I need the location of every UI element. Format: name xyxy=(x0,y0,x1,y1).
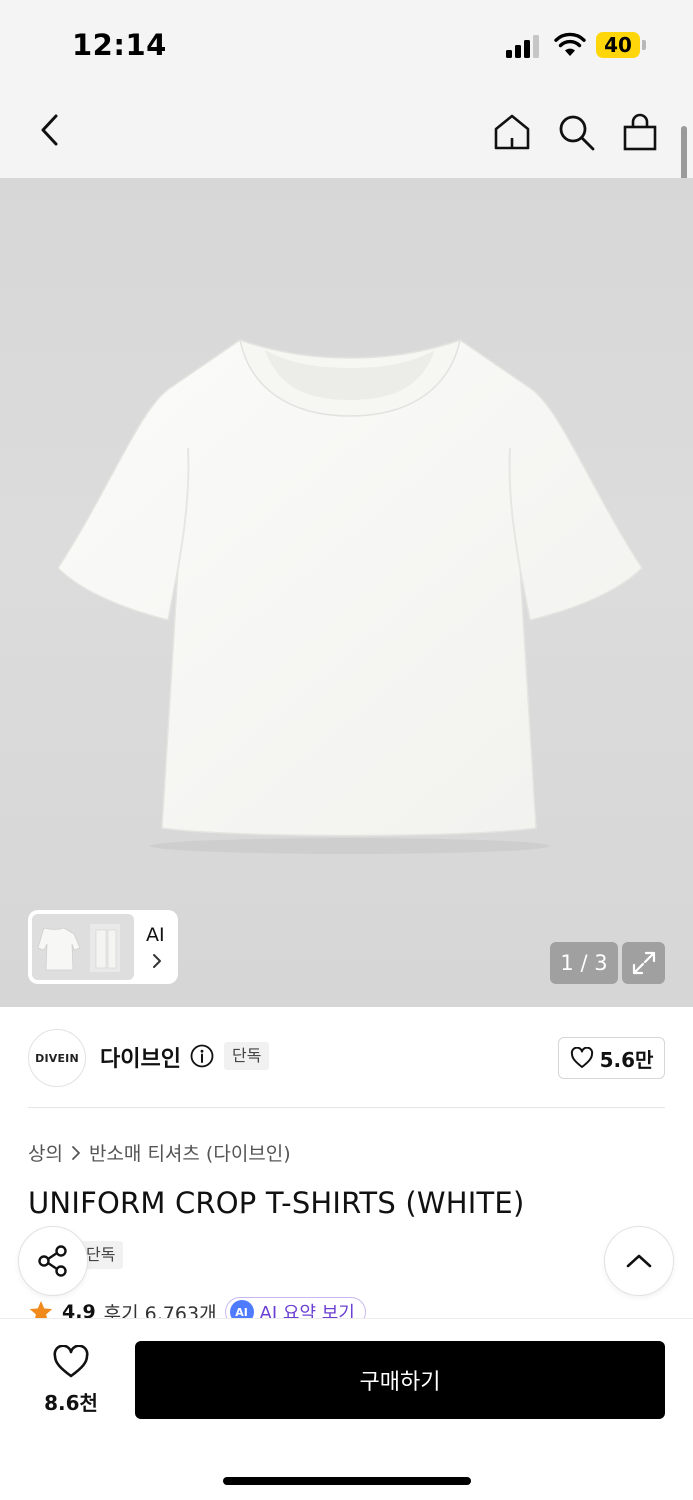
wishlist-count: 8.6천 xyxy=(44,1391,98,1415)
brand-name[interactable]: 다이브인 xyxy=(100,1041,181,1073)
share-icon xyxy=(38,1245,67,1277)
breadcrumb-subcategory[interactable]: 반소매 티셔츠 (다이브인) xyxy=(89,1139,291,1166)
battery-level: 40 xyxy=(604,33,632,57)
breadcrumb: 상의 반소매 티셔츠 (다이브인) xyxy=(28,1139,291,1166)
scroll-to-top-button[interactable] xyxy=(604,1226,674,1296)
brand-like-count: 5.6만 xyxy=(599,1047,654,1072)
chevron-right-icon xyxy=(72,1145,80,1160)
status-bar: 12:14 40 xyxy=(0,0,693,84)
nav-bar xyxy=(0,84,693,178)
chevron-right-icon xyxy=(153,954,161,968)
brand-logo[interactable]: DIVEIN xyxy=(28,1029,86,1087)
home-indicator xyxy=(223,1477,471,1485)
product-image xyxy=(57,338,643,854)
battery-icon: 40 xyxy=(596,32,648,58)
product-image-gallery[interactable]: AI 1 / 3 xyxy=(0,178,693,1007)
heart-icon xyxy=(570,1047,593,1068)
shopping-bag-icon[interactable] xyxy=(616,108,664,156)
thumbnail-image xyxy=(32,914,134,980)
buy-button[interactable]: 구매하기 xyxy=(135,1341,665,1419)
brand-row: DIVEIN 다이브인 단독 5.6만 xyxy=(0,1007,693,1107)
cellular-signal-icon xyxy=(506,34,542,58)
wifi-icon xyxy=(554,32,586,58)
search-icon[interactable] xyxy=(552,108,600,156)
image-page-counter: 1 / 3 xyxy=(550,942,618,984)
wishlist-button[interactable]: 8.6천 xyxy=(28,1345,114,1415)
heart-icon xyxy=(53,1345,89,1378)
breadcrumb-category[interactable]: 상의 xyxy=(28,1139,63,1166)
chevron-up-icon xyxy=(626,1254,652,1268)
brand-like-button[interactable]: 5.6만 xyxy=(558,1037,665,1079)
expand-icon[interactable] xyxy=(622,942,665,984)
share-button[interactable] xyxy=(18,1226,88,1296)
ai-label: AI xyxy=(146,924,165,946)
product-title: UNIFORM CROP T-SHIRTS (WHITE) xyxy=(28,1186,525,1220)
divider xyxy=(28,1107,665,1108)
bottom-action-bar: 8.6천 구매하기 xyxy=(0,1318,693,1500)
ai-fitting-thumbnail[interactable]: AI xyxy=(28,910,178,984)
exclusive-badge: 단독 xyxy=(224,1042,270,1070)
info-icon[interactable] xyxy=(190,1044,214,1068)
status-time: 12:14 xyxy=(72,28,167,62)
back-icon[interactable] xyxy=(28,108,72,152)
home-icon[interactable] xyxy=(488,108,536,156)
